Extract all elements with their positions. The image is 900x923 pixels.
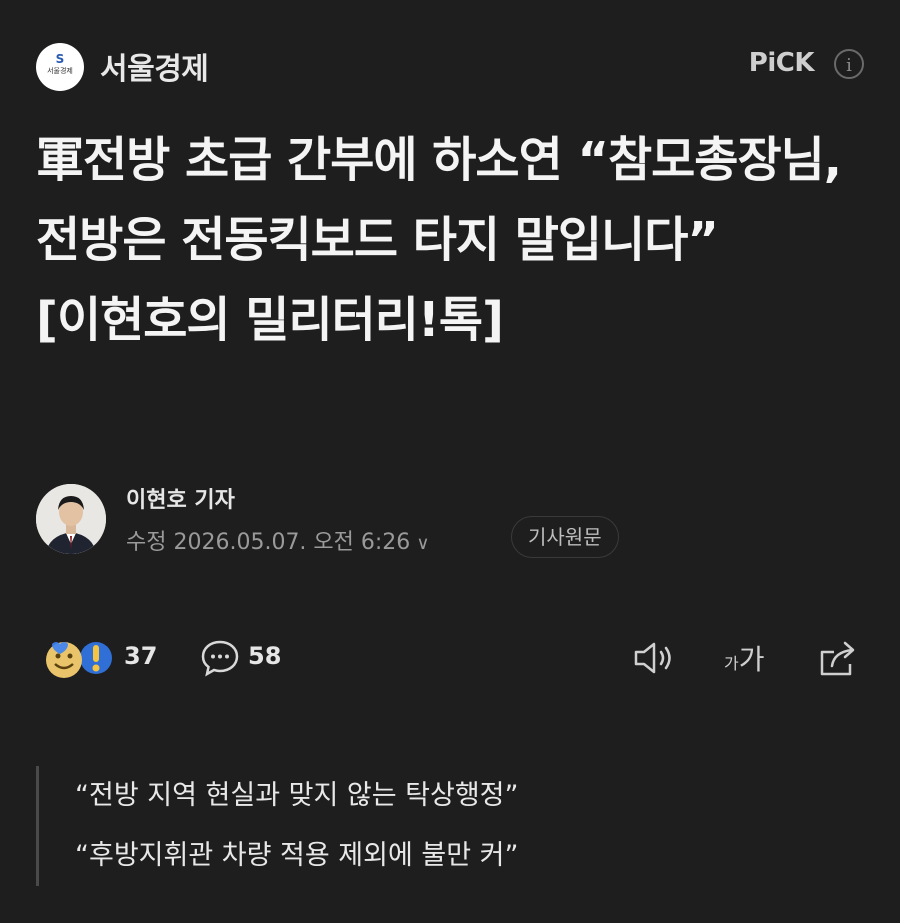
article-date[interactable]: 수정 2026.05.07. 오전 6:26 ∨ (126, 524, 430, 556)
reporter-avatar[interactable] (36, 484, 106, 554)
press-header: S 서울경제 서울경제 PiCK i (36, 40, 864, 96)
font-size-small-label: 가 (724, 654, 739, 673)
action-bar: 37 58 가가 (36, 630, 866, 686)
press-logo[interactable]: S 서울경제 (36, 43, 84, 91)
reaction-emoji-icon[interactable] (40, 636, 114, 680)
reaction-count[interactable]: 37 (124, 642, 157, 670)
article-headline: 軍전방 초급 간부에 하소연 “참모총장님, 전방은 전동킥보드 타지 말입니다… (36, 132, 842, 348)
byline: 이현호 기자 수정 2026.05.07. 오전 6:26 ∨ 기사원문 (36, 478, 866, 568)
article-summary: “전방 지역 현실과 맞지 않는 탁상행정” “후방지휘관 차량 적용 제외에 … (36, 766, 866, 886)
summary-line: “전방 지역 현실과 맞지 않는 탁상행정” (75, 780, 519, 811)
summary-line: “후방지휘관 차량 적용 제외에 불만 커” (75, 840, 519, 871)
share-icon[interactable] (816, 638, 860, 678)
comment-count[interactable]: 58 (248, 642, 281, 670)
reporter-name[interactable]: 이현호 기자 (126, 482, 235, 514)
pick-badge[interactable]: PiCK (749, 48, 815, 78)
comment-bubble-icon[interactable] (200, 638, 240, 678)
font-size-button[interactable]: 가가 (724, 638, 765, 678)
original-article-button[interactable]: 기사원문 (511, 516, 619, 558)
info-icon[interactable]: i (834, 49, 864, 79)
speaker-icon[interactable] (632, 640, 678, 676)
chevron-down-icon: ∨ (416, 533, 430, 554)
font-size-large-label: 가 (738, 643, 765, 676)
press-name[interactable]: 서울경제 (100, 44, 209, 88)
